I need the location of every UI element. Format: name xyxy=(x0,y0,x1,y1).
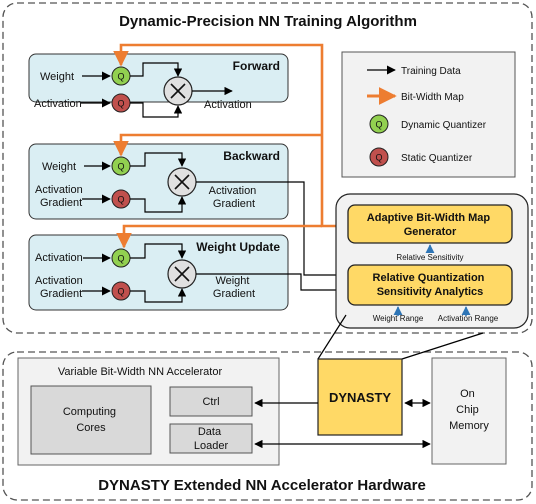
red-q-circle-icon: Q xyxy=(369,147,389,167)
ctrl-label: Ctrl xyxy=(202,396,219,408)
weight-range-label: Weight Range xyxy=(373,314,424,323)
forward-multiply-icon xyxy=(163,76,193,106)
sensitivity-analytics-box xyxy=(347,264,513,306)
computing-cores-box xyxy=(30,385,152,455)
weight-update-static-quantizer-icon: Q xyxy=(111,281,131,301)
forward-dynamic-quantizer-icon: Q xyxy=(111,66,131,86)
training-algorithm-title: Dynamic-Precision NN Training Algorithm xyxy=(119,13,417,30)
dynasty-module: Adaptive Bit-Width Map Generator Relativ… xyxy=(335,193,529,329)
dynasty-hardware-label: DYNASTY xyxy=(329,390,391,405)
legend-dynamic-quantizer: Dynamic Quantizer xyxy=(401,120,487,131)
accelerator-title: Variable Bit-Width NN Accelerator xyxy=(58,366,223,378)
variable-bitwidth-accelerator: Variable Bit-Width NN Accelerator Comput… xyxy=(17,357,280,466)
svg-text:Q: Q xyxy=(375,120,382,130)
relative-sensitivity-label: Relative Sensitivity xyxy=(396,253,463,262)
svg-text:Q: Q xyxy=(117,162,124,172)
backward-multiply-icon xyxy=(167,167,197,197)
legend: Training Data Bit-Width Map Q Dynamic Qu… xyxy=(341,51,516,178)
zoom-connector xyxy=(401,332,484,360)
weight-update-input-activation-gradient: Activation Gradient xyxy=(35,275,86,300)
svg-text:Q: Q xyxy=(117,254,124,264)
forward-static-quantizer-icon: Q xyxy=(111,93,131,113)
svg-text:Q: Q xyxy=(117,72,124,82)
backward-stage-title: Backward xyxy=(223,149,280,163)
legend-training-data: Training Data xyxy=(401,66,461,77)
weight-update-dynamic-quantizer-icon: Q xyxy=(111,248,131,268)
hardware-section-title: DYNASTY Extended NN Accelerator Hardware xyxy=(98,477,426,494)
svg-text:Q: Q xyxy=(117,195,124,205)
legend-static-quantizer: Static Quantizer xyxy=(401,153,473,164)
diagram-canvas: Dynamic-Precision NN Training Algorithm … xyxy=(2,2,533,501)
forward-output-activation: Activation xyxy=(204,99,252,111)
backward-dynamic-quantizer-icon: Q xyxy=(111,156,131,176)
forward-stage-title: Forward xyxy=(233,59,280,73)
weight-update-stage-title: Weight Update xyxy=(196,240,280,254)
forward-stage: Forward Weight Activation Q Q Activation xyxy=(28,53,289,118)
weight-update-output-weight-gradient: Weight Gradient xyxy=(213,275,255,300)
svg-text:Q: Q xyxy=(375,153,382,163)
backward-output-activation-gradient: Activation Gradient xyxy=(209,185,260,210)
legend-bit-width-map: Bit-Width Map xyxy=(401,92,464,103)
weight-update-input-activation: Activation xyxy=(35,252,83,264)
forward-input-weight: Weight xyxy=(40,71,74,83)
green-q-circle-icon: Q xyxy=(369,114,389,134)
svg-text:Q: Q xyxy=(117,99,124,109)
forward-input-activation: Activation xyxy=(34,98,82,110)
activation-range-label: Activation Range xyxy=(438,314,499,323)
backward-input-activation-gradient: Activation Gradient xyxy=(35,184,86,209)
backward-input-weight: Weight xyxy=(42,161,76,173)
weight-update-multiply-icon xyxy=(167,259,197,289)
backward-static-quantizer-icon: Q xyxy=(111,189,131,209)
weight-update-stage: Weight Update Activation Activation Grad… xyxy=(28,234,289,311)
svg-text:Q: Q xyxy=(117,287,124,297)
